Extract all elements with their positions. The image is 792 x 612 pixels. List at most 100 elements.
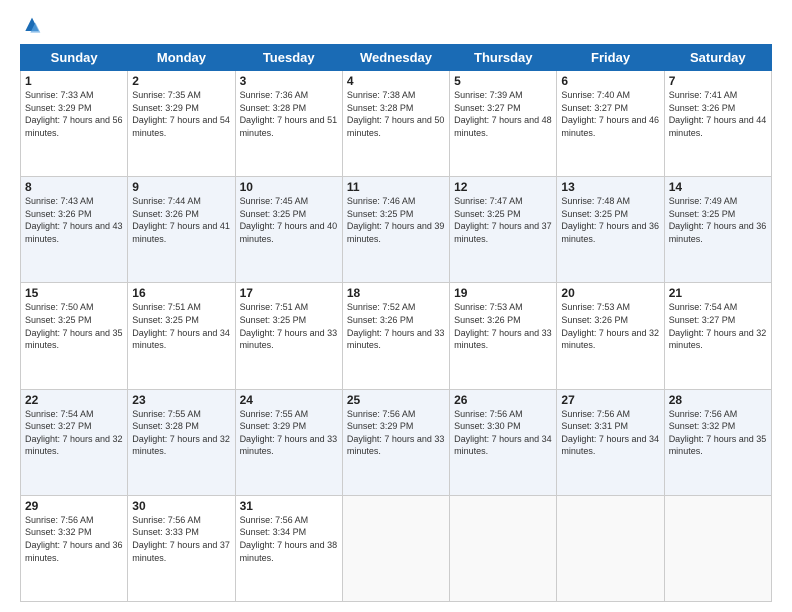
calendar-cell: 2 Sunrise: 7:35 AMSunset: 3:29 PMDaylight… xyxy=(128,71,235,177)
calendar-cell xyxy=(342,495,449,601)
day-number: 5 xyxy=(454,74,552,88)
page: SundayMondayTuesdayWednesdayThursdayFrid… xyxy=(0,0,792,612)
calendar-header-thursday: Thursday xyxy=(450,45,557,71)
calendar-header-saturday: Saturday xyxy=(664,45,771,71)
calendar-cell: 7 Sunrise: 7:41 AMSunset: 3:26 PMDaylight… xyxy=(664,71,771,177)
logo xyxy=(20,16,42,36)
calendar-cell: 12Sunrise: 7:47 AMSunset: 3:25 PMDayligh… xyxy=(450,177,557,283)
day-info: Sunrise: 7:54 AMSunset: 3:27 PMDaylight:… xyxy=(25,409,123,457)
day-number: 17 xyxy=(240,286,338,300)
calendar: SundayMondayTuesdayWednesdayThursdayFrid… xyxy=(20,44,772,602)
calendar-cell: 16Sunrise: 7:51 AMSunset: 3:25 PMDayligh… xyxy=(128,283,235,389)
calendar-body: 1 Sunrise: 7:33 AMSunset: 3:29 PMDaylight… xyxy=(21,71,772,602)
header xyxy=(20,16,772,36)
calendar-header-wednesday: Wednesday xyxy=(342,45,449,71)
day-number: 11 xyxy=(347,180,445,194)
day-info: Sunrise: 7:41 AMSunset: 3:26 PMDaylight:… xyxy=(669,90,767,138)
calendar-cell: 4Sunrise: 7:38 AMSunset: 3:28 PMDaylight… xyxy=(342,71,449,177)
calendar-cell: 17 Sunrise: 7:51 AMSunset: 3:25 PMDayligh… xyxy=(235,283,342,389)
day-number: 19 xyxy=(454,286,552,300)
day-number: 20 xyxy=(561,286,659,300)
day-info: Sunrise: 7:38 AMSunset: 3:28 PMDaylight:… xyxy=(347,90,445,138)
logo-icon xyxy=(22,16,42,36)
day-number: 18 xyxy=(347,286,445,300)
day-info: Sunrise: 7:56 AMSunset: 3:30 PMDaylight:… xyxy=(454,409,552,457)
calendar-header-monday: Monday xyxy=(128,45,235,71)
day-number: 28 xyxy=(669,393,767,407)
calendar-header-sunday: Sunday xyxy=(21,45,128,71)
calendar-cell: 24 Sunrise: 7:55 AMSunset: 3:29 PMDayligh… xyxy=(235,389,342,495)
day-info: Sunrise: 7:47 AMSunset: 3:25 PMDaylight:… xyxy=(454,196,552,244)
day-number: 31 xyxy=(240,499,338,513)
day-number: 2 xyxy=(132,74,230,88)
calendar-cell xyxy=(450,495,557,601)
day-info: Sunrise: 7:44 AMSunset: 3:26 PMDaylight:… xyxy=(132,196,230,244)
calendar-cell: 9 Sunrise: 7:44 AMSunset: 3:26 PMDaylight… xyxy=(128,177,235,283)
calendar-cell: 14Sunrise: 7:49 AMSunset: 3:25 PMDayligh… xyxy=(664,177,771,283)
day-info: Sunrise: 7:56 AMSunset: 3:31 PMDaylight:… xyxy=(561,409,659,457)
calendar-cell: 22 Sunrise: 7:54 AMSunset: 3:27 PMDayligh… xyxy=(21,389,128,495)
calendar-cell: 8Sunrise: 7:43 AMSunset: 3:26 PMDaylight… xyxy=(21,177,128,283)
day-number: 7 xyxy=(669,74,767,88)
calendar-cell: 29 Sunrise: 7:56 AMSunset: 3:32 PMDayligh… xyxy=(21,495,128,601)
day-number: 21 xyxy=(669,286,767,300)
calendar-cell: 10 Sunrise: 7:45 AMSunset: 3:25 PMDayligh… xyxy=(235,177,342,283)
day-info: Sunrise: 7:40 AMSunset: 3:27 PMDaylight:… xyxy=(561,90,659,138)
calendar-cell: 27 Sunrise: 7:56 AMSunset: 3:31 PMDayligh… xyxy=(557,389,664,495)
day-number: 26 xyxy=(454,393,552,407)
calendar-cell: 13Sunrise: 7:48 AMSunset: 3:25 PMDayligh… xyxy=(557,177,664,283)
day-number: 13 xyxy=(561,180,659,194)
day-number: 22 xyxy=(25,393,123,407)
calendar-cell: 18 Sunrise: 7:52 AMSunset: 3:26 PMDayligh… xyxy=(342,283,449,389)
day-number: 25 xyxy=(347,393,445,407)
day-number: 6 xyxy=(561,74,659,88)
day-info: Sunrise: 7:56 AMSunset: 3:32 PMDaylight:… xyxy=(669,409,767,457)
day-info: Sunrise: 7:35 AMSunset: 3:29 PMDaylight:… xyxy=(132,90,230,138)
day-number: 8 xyxy=(25,180,123,194)
calendar-cell: 5 Sunrise: 7:39 AMSunset: 3:27 PMDaylight… xyxy=(450,71,557,177)
day-info: Sunrise: 7:50 AMSunset: 3:25 PMDaylight:… xyxy=(25,302,123,350)
day-info: Sunrise: 7:36 AMSunset: 3:28 PMDaylight:… xyxy=(240,90,338,138)
day-number: 10 xyxy=(240,180,338,194)
calendar-header-friday: Friday xyxy=(557,45,664,71)
calendar-week-5: 29 Sunrise: 7:56 AMSunset: 3:32 PMDayligh… xyxy=(21,495,772,601)
day-info: Sunrise: 7:39 AMSunset: 3:27 PMDaylight:… xyxy=(454,90,552,138)
calendar-cell: 20Sunrise: 7:53 AMSunset: 3:26 PMDayligh… xyxy=(557,283,664,389)
calendar-week-2: 8Sunrise: 7:43 AMSunset: 3:26 PMDaylight… xyxy=(21,177,772,283)
day-info: Sunrise: 7:56 AMSunset: 3:32 PMDaylight:… xyxy=(25,515,123,563)
day-info: Sunrise: 7:33 AMSunset: 3:29 PMDaylight:… xyxy=(25,90,123,138)
day-info: Sunrise: 7:56 AMSunset: 3:29 PMDaylight:… xyxy=(347,409,445,457)
day-number: 14 xyxy=(669,180,767,194)
calendar-cell: 23 Sunrise: 7:55 AMSunset: 3:28 PMDayligh… xyxy=(128,389,235,495)
day-number: 29 xyxy=(25,499,123,513)
calendar-header-tuesday: Tuesday xyxy=(235,45,342,71)
calendar-cell: 30 Sunrise: 7:56 AMSunset: 3:33 PMDayligh… xyxy=(128,495,235,601)
day-info: Sunrise: 7:56 AMSunset: 3:33 PMDaylight:… xyxy=(132,515,230,563)
calendar-cell xyxy=(557,495,664,601)
calendar-cell: 25 Sunrise: 7:56 AMSunset: 3:29 PMDayligh… xyxy=(342,389,449,495)
calendar-cell: 3 Sunrise: 7:36 AMSunset: 3:28 PMDaylight… xyxy=(235,71,342,177)
calendar-week-3: 15Sunrise: 7:50 AMSunset: 3:25 PMDayligh… xyxy=(21,283,772,389)
calendar-cell: 1 Sunrise: 7:33 AMSunset: 3:29 PMDaylight… xyxy=(21,71,128,177)
day-info: Sunrise: 7:46 AMSunset: 3:25 PMDaylight:… xyxy=(347,196,445,244)
day-info: Sunrise: 7:55 AMSunset: 3:29 PMDaylight:… xyxy=(240,409,338,457)
day-info: Sunrise: 7:54 AMSunset: 3:27 PMDaylight:… xyxy=(669,302,767,350)
calendar-cell xyxy=(664,495,771,601)
calendar-cell: 11 Sunrise: 7:46 AMSunset: 3:25 PMDayligh… xyxy=(342,177,449,283)
calendar-header-row: SundayMondayTuesdayWednesdayThursdayFrid… xyxy=(21,45,772,71)
day-number: 3 xyxy=(240,74,338,88)
calendar-cell: 15Sunrise: 7:50 AMSunset: 3:25 PMDayligh… xyxy=(21,283,128,389)
day-info: Sunrise: 7:52 AMSunset: 3:26 PMDaylight:… xyxy=(347,302,445,350)
day-info: Sunrise: 7:53 AMSunset: 3:26 PMDaylight:… xyxy=(454,302,552,350)
day-info: Sunrise: 7:51 AMSunset: 3:25 PMDaylight:… xyxy=(240,302,338,350)
day-number: 27 xyxy=(561,393,659,407)
day-number: 23 xyxy=(132,393,230,407)
day-info: Sunrise: 7:56 AMSunset: 3:34 PMDaylight:… xyxy=(240,515,338,563)
day-info: Sunrise: 7:51 AMSunset: 3:25 PMDaylight:… xyxy=(132,302,230,350)
day-info: Sunrise: 7:55 AMSunset: 3:28 PMDaylight:… xyxy=(132,409,230,457)
day-info: Sunrise: 7:45 AMSunset: 3:25 PMDaylight:… xyxy=(240,196,338,244)
day-number: 24 xyxy=(240,393,338,407)
day-number: 1 xyxy=(25,74,123,88)
day-number: 30 xyxy=(132,499,230,513)
day-number: 9 xyxy=(132,180,230,194)
